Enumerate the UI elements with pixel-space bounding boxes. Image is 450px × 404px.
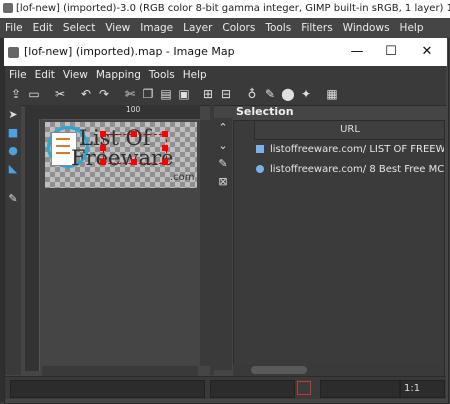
canvas-vertical-scrollbar[interactable]: [200, 120, 210, 366]
status-area: [320, 380, 400, 398]
status-zoom: 1:1: [400, 380, 445, 398]
gimp-app-icon: [3, 3, 13, 13]
zoom-out-icon[interactable]: ⊟: [219, 87, 233, 101]
bulb-icon[interactable]: ♁: [245, 87, 259, 101]
tool-column: ➤ ■ ● ◣ ✎: [5, 105, 21, 375]
gimp-menu-select[interactable]: Select: [58, 22, 100, 34]
list-item[interactable]: listoffreeware.com/ 8 Best Free MC: [256, 161, 445, 179]
grid-icon[interactable]: ▦: [325, 87, 339, 101]
menu-tools[interactable]: Tools: [145, 69, 179, 81]
circle-tool-icon[interactable]: ●: [7, 145, 19, 157]
gimp-menu-filters[interactable]: Filters: [296, 22, 337, 34]
menu-edit[interactable]: Edit: [31, 69, 59, 81]
delete-icon[interactable]: ⊠: [217, 176, 229, 188]
gimp-menu-edit[interactable]: Edit: [28, 22, 58, 34]
dialog-menubar: File Edit View Mapping Tools Help: [5, 66, 446, 84]
selection-side-buttons: ⌃ ⌄ ✎ ⊠: [214, 118, 232, 370]
close-button[interactable]: ✕: [412, 38, 442, 66]
selection-list: URL listoffreeware.com/ LIST OF FREEW li…: [233, 120, 445, 380]
gimp-menu-help[interactable]: Help: [395, 22, 429, 34]
gimp-menu-windows[interactable]: Windows: [338, 22, 395, 34]
edit-map-info-icon[interactable]: ✎: [263, 87, 277, 101]
resize-handle[interactable]: [131, 159, 137, 165]
gimp-menu-view[interactable]: View: [100, 22, 135, 34]
horizontal-ruler: 100: [42, 105, 200, 120]
resize-handle[interactable]: [162, 131, 168, 137]
edit-icon[interactable]: ✎: [217, 158, 229, 170]
scissors-icon[interactable]: ✄: [123, 87, 137, 101]
open-icon[interactable]: ⇪: [9, 87, 23, 101]
gimp-menu-file[interactable]: File: [0, 22, 28, 34]
logo-line-3: .com: [170, 172, 195, 183]
dialog-toolbar: ⇪ ▭ ✂ ↶ ↷ ✄ ❐ ▤ ▣ ⊞ ⊟ ♁ ✎ ⬤ ✦ ▦: [5, 84, 446, 106]
gimp-menu-image[interactable]: Image: [135, 22, 178, 34]
scrollbar-thumb[interactable]: [251, 366, 307, 374]
move-up-icon[interactable]: ⌃: [217, 122, 229, 134]
cut-icon[interactable]: ✂: [53, 87, 67, 101]
resize-handle[interactable]: [162, 159, 168, 165]
rectangle-shape-icon: [256, 145, 264, 153]
image-preview[interactable]: List Of Freeware .com: [45, 122, 197, 188]
menu-view[interactable]: View: [59, 69, 92, 81]
status-dimensions: [210, 380, 295, 398]
gimp-menubar: File Edit Select View Image Layer Colors Tools F…: [0, 18, 450, 38]
menu-file[interactable]: File: [5, 69, 31, 81]
minimize-button[interactable]: —: [342, 38, 372, 66]
menu-mapping[interactable]: Mapping: [92, 69, 145, 81]
undo-icon[interactable]: ↶: [79, 87, 93, 101]
gimp-window-title-text: [lof-new] (imported)-3.0 (RGB color 8-bi…: [16, 3, 450, 14]
status-coordinates: [10, 380, 205, 398]
selection-label: Selection: [236, 105, 294, 118]
edit-area-icon[interactable]: ✎: [7, 193, 19, 205]
arrange-icon[interactable]: ⬤: [281, 87, 295, 101]
list-item-text: listoffreeware.com/ 8 Best Free MC: [270, 164, 445, 175]
menu-help[interactable]: Help: [179, 69, 211, 81]
vertical-ruler: [25, 119, 40, 371]
resize-handle[interactable]: [131, 131, 137, 137]
resize-handle[interactable]: [100, 145, 106, 151]
area-size-icon: [297, 381, 311, 395]
pointer-tool-icon[interactable]: ➤: [7, 109, 19, 121]
gimp-menu-layer[interactable]: Layer: [178, 22, 217, 34]
url-column-header[interactable]: URL: [254, 121, 444, 140]
gimp-menu-tools[interactable]: Tools: [260, 22, 296, 34]
dialog-title: [lof-new] (imported).map - Image Map: [24, 45, 235, 58]
copy-icon[interactable]: ❐: [141, 87, 155, 101]
move-down-icon[interactable]: ⌄: [217, 140, 229, 152]
maximize-button[interactable]: ☐: [376, 38, 406, 66]
list-item-text: listoffreeware.com/ LIST OF FREEW: [270, 144, 445, 155]
list-item[interactable]: listoffreeware.com/ LIST OF FREEW: [256, 141, 445, 159]
redo-icon[interactable]: ↷: [97, 87, 111, 101]
rectangle-tool-icon[interactable]: ■: [7, 127, 19, 139]
resize-handle[interactable]: [100, 131, 106, 137]
canvas-horizontal-scrollbar[interactable]: [42, 366, 198, 376]
gimp-window-title: [lof-new] (imported)-3.0 (RGB color 8-bi…: [0, 0, 450, 18]
clipboard-icon[interactable]: ▣: [177, 87, 191, 101]
ruler-label-100: 100: [126, 105, 141, 114]
ruler-corner: [25, 105, 42, 119]
resize-handle[interactable]: [100, 159, 106, 165]
save-icon[interactable]: ▭: [27, 87, 41, 101]
polygon-tool-icon[interactable]: ◣: [7, 163, 19, 175]
gimp-menu-colors[interactable]: Colors: [217, 22, 260, 34]
gimp-logo-icon: [8, 46, 19, 58]
status-bar: 1:1: [5, 376, 446, 399]
list-horizontal-scrollbar[interactable]: [233, 364, 443, 376]
paste-icon[interactable]: ▤: [159, 87, 173, 101]
circle-shape-icon: [256, 165, 264, 173]
color-icon[interactable]: ✦: [299, 87, 313, 101]
resize-handle[interactable]: [162, 145, 168, 151]
zoom-in-icon[interactable]: ⊞: [201, 87, 215, 101]
